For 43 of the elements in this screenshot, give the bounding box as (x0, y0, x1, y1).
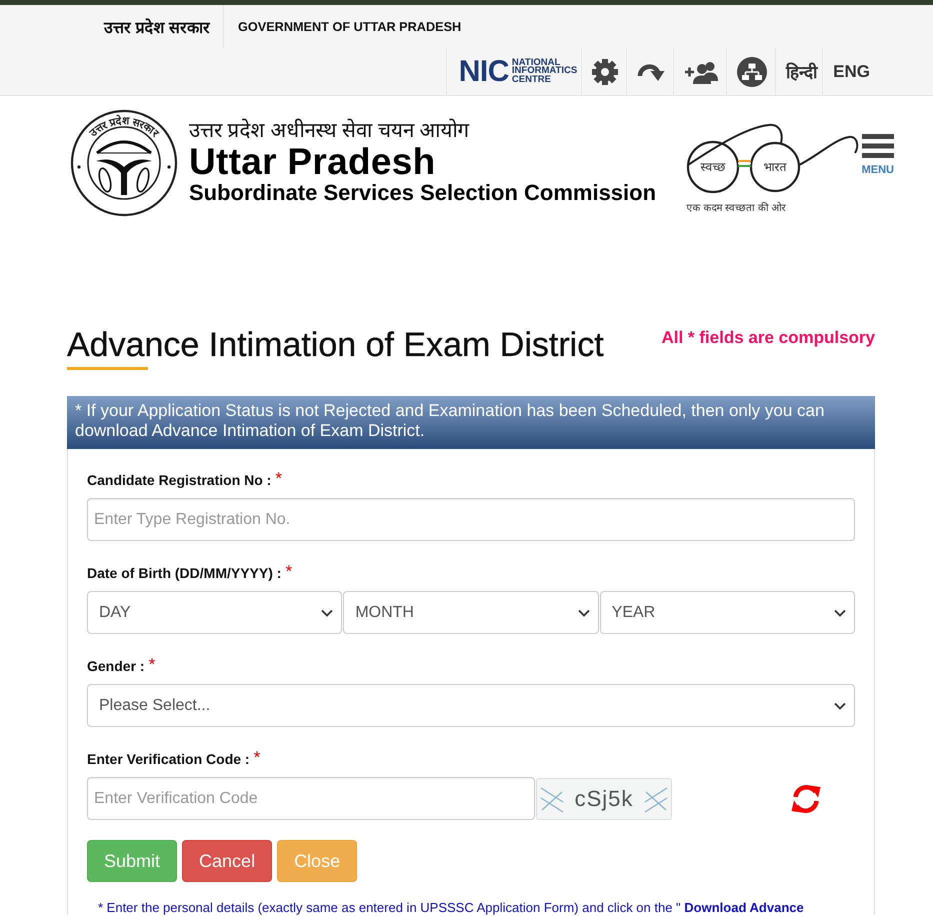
required-mark: * (254, 749, 260, 767)
add-users-icon[interactable] (684, 60, 718, 84)
sitemap-icon[interactable] (737, 56, 768, 86)
field-label: Enter Verification Code : (87, 750, 250, 769)
instruction-text: * Enter the personal details (exactly same as entered in UPSSSC Application Form) and click on the " Download Advance (98, 901, 805, 915)
month-select[interactable]: MONTH (343, 591, 599, 634)
registration-number-field[interactable]: Enter Type Registration No. (87, 498, 855, 541)
field-label: Date of Birth (DD/MM/YYYY) : (87, 564, 282, 583)
language-link[interactable]: हिन्दी (786, 60, 818, 83)
commission-hindi-name: उत्तर प्रदेश अधीनस्थ सेवा चयन आयोग (189, 118, 470, 144)
language-link[interactable]: ENG (833, 62, 870, 82)
required-mark: * (148, 656, 156, 674)
gender-select[interactable]: Please Select... (87, 684, 855, 727)
logo-word: स्वच्छ (700, 160, 726, 174)
field-label: Candidate Registration No : (87, 471, 272, 490)
required-mark: * (275, 470, 282, 488)
cancel-button[interactable]: Cancel (182, 840, 272, 882)
site-subtitle: Subordinate Services Selection Commission (189, 180, 656, 206)
nic-logo-name: NATIONAL INFORMATICS CENTRE (512, 58, 578, 84)
verification-code-field[interactable]: Enter Verification Code (87, 777, 535, 820)
year-select[interactable]: YEAR (600, 591, 855, 634)
page-title: Advance Intimation of Exam District (67, 325, 604, 365)
required-mark: * (285, 563, 292, 581)
site-title: Uttar Pradesh (189, 144, 437, 180)
menu-icon (862, 134, 894, 158)
refresh-icon[interactable] (790, 782, 822, 814)
logo-tagline: एक कदम स्वच्छता की ओर (686, 201, 787, 214)
chevron-down-icon (578, 608, 590, 616)
menu-button[interactable]: MENU (862, 134, 894, 176)
settings-icon[interactable] (592, 58, 618, 84)
day-select[interactable]: DAY (87, 591, 342, 634)
required-fields-note: All * fields are compulsory (661, 328, 875, 348)
download-link[interactable]: Download Advance (684, 900, 804, 915)
chevron-down-icon (834, 608, 846, 616)
nic-logo-mark: NIC (458, 56, 509, 86)
chevron-down-icon (321, 608, 334, 616)
notice-banner: * If your Application Status is not Rejected and Examination has been Scheduled, then only you can download Advance Intimation of Exam District. (67, 396, 875, 449)
field-label: Gender : (87, 657, 145, 676)
chevron-down-icon (834, 702, 846, 710)
state-name-text: उत्तर प्रदेश सरकार (104, 17, 210, 38)
government-text: GOVERNMENT OF UTTAR PRADESH (238, 20, 462, 34)
logo-word: भारत (763, 160, 786, 174)
captcha-code: cSj5k (574, 786, 634, 812)
